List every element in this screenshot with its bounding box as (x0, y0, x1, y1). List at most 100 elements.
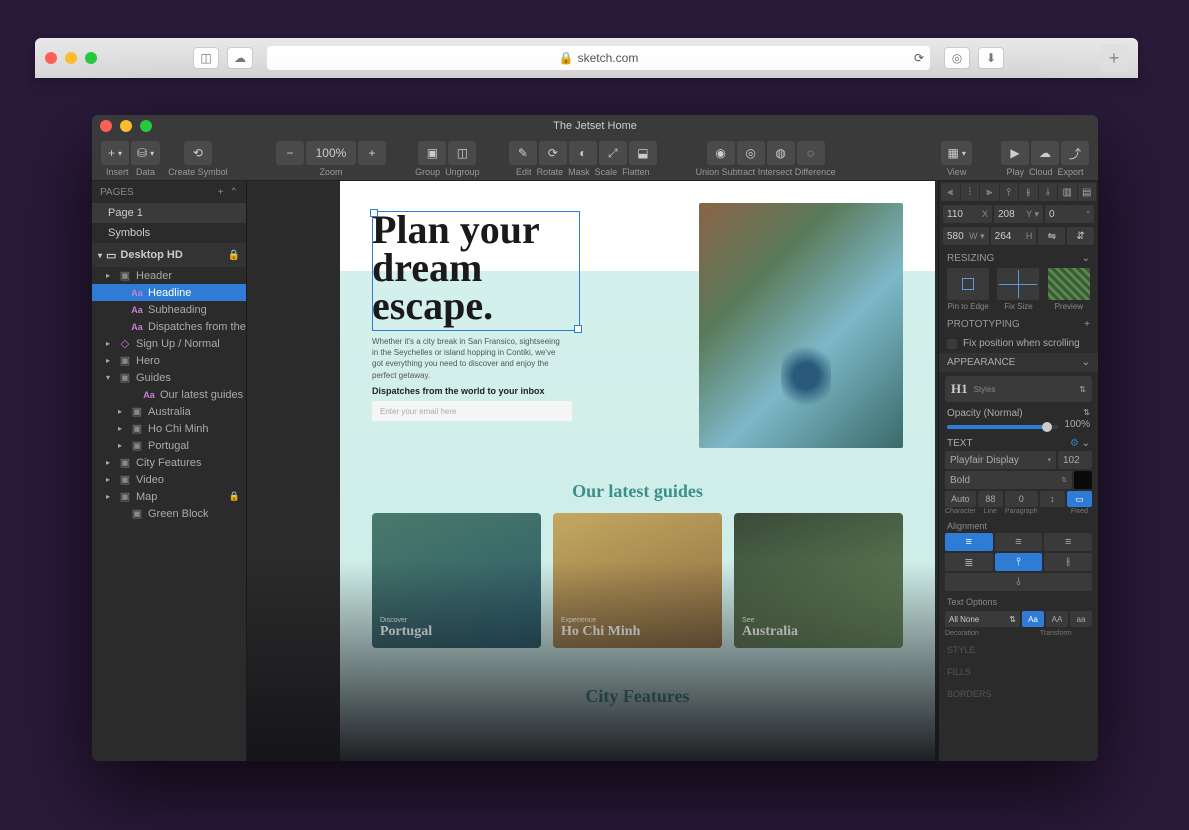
flatten-button[interactable]: ⬓ (629, 141, 657, 165)
align-bottom-button[interactable]: ⫰ (1039, 183, 1058, 201)
chevron-down-icon[interactable]: ⌄ (1082, 253, 1090, 264)
intersect-button[interactable]: ◍ (767, 141, 795, 165)
safari-shield-button[interactable]: ◎ (944, 47, 970, 69)
opacity-slider[interactable] (947, 425, 1058, 429)
font-size-input[interactable]: 102 (1058, 451, 1092, 469)
angle-input[interactable]: 0° (1045, 205, 1094, 223)
data-button[interactable]: ⛁ (131, 141, 160, 165)
reload-icon[interactable]: ⟳ (914, 51, 924, 65)
email-input[interactable]: Enter your email here (372, 401, 572, 421)
layer-row[interactable]: AaSubheading (92, 301, 246, 318)
ungroup-button[interactable]: ◫ (448, 141, 476, 165)
safari-close[interactable] (45, 52, 57, 64)
line-spacing-input[interactable]: 88 (978, 491, 1003, 507)
sketch-minimize[interactable] (120, 120, 132, 132)
cloud-button[interactable]: ☁ (1031, 141, 1059, 165)
lock-icon[interactable]: 🔒 (228, 250, 240, 261)
text-align-right-button[interactable]: ≡ (1044, 533, 1092, 551)
group-button[interactable]: ▣ (418, 141, 446, 165)
transform-lower-button[interactable]: aa (1070, 611, 1092, 627)
safari-maximize[interactable] (85, 52, 97, 64)
add-prototype-button[interactable]: + (1084, 319, 1090, 330)
transform-upper-button[interactable]: AA (1046, 611, 1068, 627)
canvas[interactable]: Plan your dream escape. Whether it's a c… (247, 181, 938, 761)
layer-row[interactable]: ▸▣Australia (92, 403, 246, 420)
dispatches-label[interactable]: Dispatches from the world to your inbox (372, 386, 545, 396)
character-spacing-input[interactable]: Auto (945, 491, 976, 507)
safari-sidebar-button[interactable]: ◫ (193, 47, 219, 69)
sketch-maximize[interactable] (140, 120, 152, 132)
hero-image[interactable] (699, 203, 903, 448)
text-color-swatch[interactable] (1074, 471, 1092, 489)
artboard[interactable]: Plan your dream escape. Whether it's a c… (340, 181, 935, 761)
align-hcenter-button[interactable]: ⫶ (961, 183, 980, 201)
collapse-pages-button[interactable]: ⌃ (230, 187, 238, 198)
layer-row[interactable]: AaHeadline (92, 284, 246, 301)
align-left-button[interactable]: ⫷ (941, 183, 960, 201)
align-top-button[interactable]: ⫯ (1000, 183, 1019, 201)
address-bar[interactable]: 🔒 sketch.com ⟳ (267, 46, 930, 70)
rotate-button[interactable]: ⟳ (539, 141, 567, 165)
align-vcenter-button[interactable]: ⫲ (1019, 183, 1038, 201)
edit-button[interactable]: ✎ (509, 141, 537, 165)
distribute-h-button[interactable]: ▥ (1058, 183, 1077, 201)
layer-row[interactable]: AaDispatches from the (92, 318, 246, 335)
layer-row[interactable]: ▸▣City Features (92, 454, 246, 471)
view-button[interactable]: ▦ (941, 141, 971, 165)
font-weight-select[interactable]: Bold⇅ (945, 471, 1072, 489)
flip-h-button[interactable]: ⇋ (1038, 227, 1065, 245)
w-input[interactable]: 580W ▾ (943, 227, 989, 245)
layer-row[interactable]: AaOur latest guides (92, 386, 246, 403)
y-input[interactable]: 208Y ▾ (994, 205, 1043, 223)
guide-card[interactable]: SeeAustralia (734, 513, 903, 648)
paragraph-spacing-input[interactable]: 0 (1005, 491, 1038, 507)
chevron-down-icon[interactable]: ⌄ (1082, 357, 1090, 368)
font-family-select[interactable]: Playfair Display▾ (945, 451, 1056, 469)
export-button[interactable]: ⤴ (1061, 141, 1089, 165)
layer-row[interactable]: ▣Green Block (92, 505, 246, 522)
fix-position-checkbox[interactable] (947, 339, 957, 349)
decoration-select[interactable]: All None⇅ (945, 611, 1020, 627)
text-box-fixed-button[interactable]: ▭ (1067, 491, 1092, 507)
layer-row[interactable]: ▸▣Header (92, 267, 246, 284)
flip-v-button[interactable]: ⇵ (1067, 227, 1094, 245)
new-tab-button[interactable]: + (1100, 44, 1128, 72)
play-button[interactable]: ▶ (1001, 141, 1029, 165)
safari-cloud-button[interactable]: ☁ (227, 47, 253, 69)
align-right-button[interactable]: ⫸ (980, 183, 999, 201)
x-input[interactable]: 110X (943, 205, 992, 223)
city-features-title[interactable]: City Features (585, 686, 689, 707)
vertical-align-bottom-button[interactable]: ⫰ (945, 573, 1092, 591)
guides-title[interactable]: Our latest guides (572, 481, 703, 502)
guide-card[interactable]: DiscoverPortugal (372, 513, 541, 648)
vertical-align-top-button[interactable]: ⫯ (995, 553, 1043, 571)
sketch-close[interactable] (100, 120, 112, 132)
create-symbol-button[interactable]: ⟲ (184, 141, 212, 165)
layer-row[interactable]: ▸▣Video (92, 471, 246, 488)
safari-minimize[interactable] (65, 52, 77, 64)
fix-size-control[interactable] (997, 268, 1039, 300)
text-align-left-button[interactable]: ≡ (945, 533, 993, 551)
guide-card[interactable]: ExperienceHo Chi Minh (553, 513, 722, 648)
subheading-text[interactable]: Whether it's a city break in San Fransic… (372, 336, 567, 381)
vertical-align-middle-button[interactable]: ⫲ (1044, 553, 1092, 571)
layer-row[interactable]: ▸◇Sign Up / Normal (92, 335, 246, 352)
mask-button[interactable]: ◐ (569, 141, 597, 165)
page-row[interactable]: Page 1 (92, 203, 246, 223)
page-row[interactable]: Symbols (92, 223, 246, 243)
safari-downloads-button[interactable]: ⬇ (978, 47, 1004, 69)
text-align-justify-button[interactable]: ≣ (945, 553, 993, 571)
pin-to-edge-control[interactable] (947, 268, 989, 300)
text-style-select[interactable]: H1Styles⇅ (945, 376, 1092, 402)
layer-row[interactable]: ▾▣Guides (92, 369, 246, 386)
text-box-auto-button[interactable]: ↕ (1040, 491, 1065, 507)
union-button[interactable]: ◉ (707, 141, 735, 165)
h-input[interactable]: 264H (991, 227, 1037, 245)
difference-button[interactable]: ◌ (797, 141, 825, 165)
layer-row[interactable]: ▸▣Hero (92, 352, 246, 369)
layer-row[interactable]: ▸▣Ho Chi Minh (92, 420, 246, 437)
zoom-in-button[interactable]: + (358, 141, 386, 165)
add-page-button[interactable]: + (218, 187, 224, 198)
gear-icon[interactable]: ⚙ (1070, 438, 1079, 449)
layer-row[interactable]: ▸▣Map🔒 (92, 488, 246, 505)
